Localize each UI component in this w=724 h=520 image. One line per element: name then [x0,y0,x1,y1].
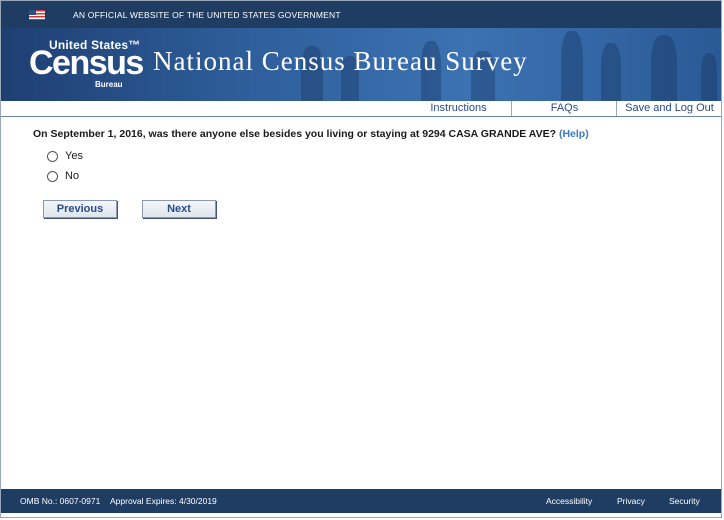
option-no[interactable]: No [47,170,79,182]
banner-silhouette [651,35,677,101]
option-yes[interactable]: Yes [47,150,83,162]
footer-security-link[interactable]: Security [669,489,700,513]
footer-privacy-link[interactable]: Privacy [617,489,645,513]
logo-census: Census [29,44,144,82]
logo-bureau: Bureau [95,80,123,89]
no-radio[interactable] [47,170,58,182]
nav-faqs-link[interactable]: FAQs [511,101,617,116]
approval-expires: Approval Expires: 4/30/2019 [110,496,217,506]
nav-instructions-link[interactable]: Instructions [406,101,511,116]
footer-bar: OMB No.: 0607-0971 Approval Expires: 4/3… [1,489,721,513]
banner-silhouette [561,31,583,101]
header-banner: United States™ Census Bureau National Ce… [1,28,721,101]
top-nav: Instructions FAQs Save and Log Out [1,101,721,117]
omb-number: OMB No.: 0607-0971 [20,496,101,506]
next-button[interactable]: Next [142,200,216,218]
yes-radio[interactable] [47,150,58,162]
us-flag-icon [29,9,45,20]
banner-silhouette [601,43,621,101]
question-text: On September 1, 2016, was there anyone e… [33,128,557,140]
official-site-text: AN OFFICIAL WEBSITE OF THE UNITED STATES… [73,9,341,20]
banner-silhouette [701,53,717,101]
option-no-label: No [65,170,80,182]
footer-accessibility-link[interactable]: Accessibility [546,489,592,513]
nav-save-logout-link[interactable]: Save and Log Out [616,101,722,116]
official-gov-bar: AN OFFICIAL WEBSITE OF THE UNITED STATES… [1,1,721,28]
option-yes-label: Yes [65,150,83,162]
help-link[interactable]: (Help) [559,128,589,140]
previous-button[interactable]: Previous [43,200,117,218]
site-title: National Census Bureau Survey [153,46,528,76]
survey-question: On September 1, 2016, was there anyone e… [33,128,589,140]
